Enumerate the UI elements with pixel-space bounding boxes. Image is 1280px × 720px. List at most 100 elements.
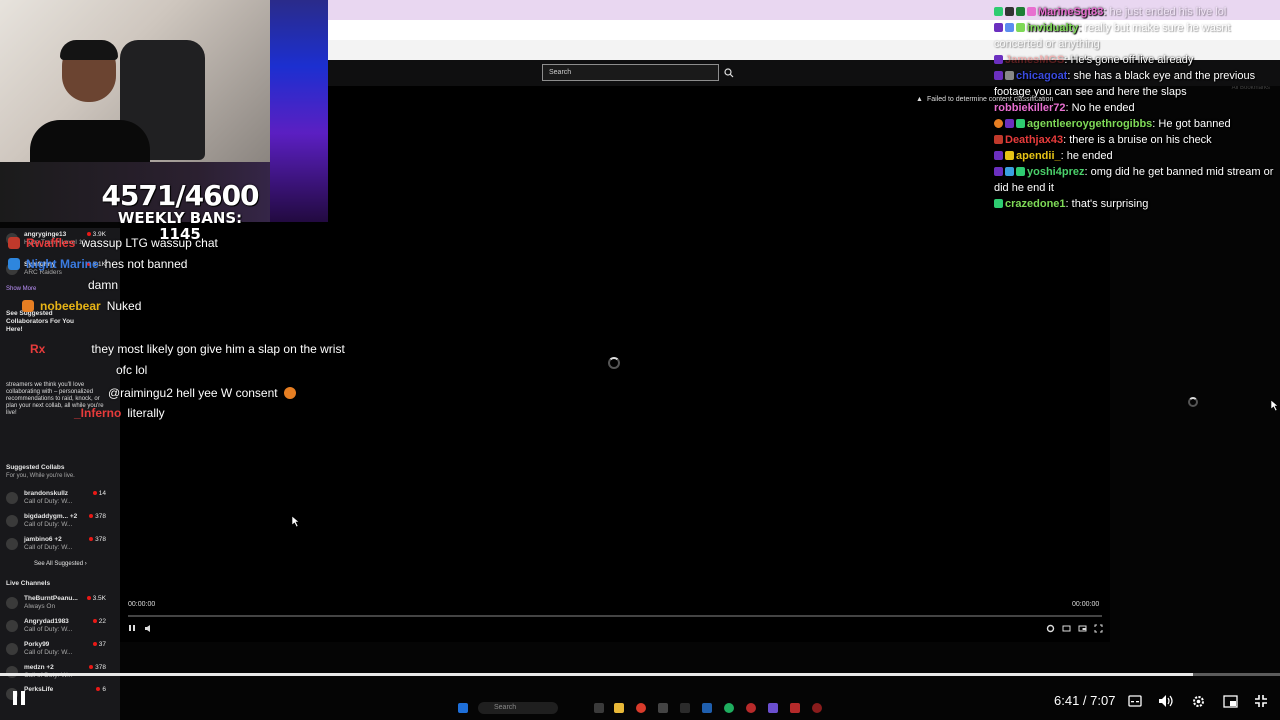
channel-name: bigdaddygm... +2	[24, 513, 78, 520]
chat-username[interactable]: apendii_	[1016, 150, 1061, 162]
folder-icon[interactable]	[614, 703, 624, 713]
volume-button[interactable]	[1157, 692, 1175, 710]
captions-button[interactable]	[1126, 692, 1144, 710]
see-all-suggested-link[interactable]: See All Suggested ›	[34, 561, 87, 567]
channel-name: brandonskullz	[24, 490, 69, 497]
fullscreen-button[interactable]	[1092, 622, 1104, 634]
suggested-channel[interactable]: jambino6 +2 Call of Duty: W... 378	[6, 535, 116, 557]
player-seek-bar[interactable]	[128, 615, 1102, 617]
taskbar-app-icon[interactable]	[746, 703, 756, 713]
badge-icon	[994, 55, 1003, 64]
chat-username[interactable]: Night Marine	[26, 257, 99, 271]
chat-username[interactable]: Rx	[30, 342, 45, 356]
taskbar-app-icon[interactable]	[702, 703, 712, 713]
avatar	[6, 620, 18, 632]
chat-username[interactable]: Rwaffles	[26, 236, 75, 250]
badge-icon	[994, 151, 1003, 160]
taskbar-search[interactable]: Search	[478, 702, 558, 714]
screen: All Bookmarks Search ▲ Failed to determi…	[0, 0, 1280, 720]
taskbar-app-icon[interactable]	[790, 703, 800, 713]
badge-icon	[994, 199, 1003, 208]
badge-icon	[1005, 7, 1014, 16]
spotify-icon[interactable]	[724, 703, 734, 713]
viewer-count: 378	[89, 536, 106, 543]
gear-icon	[1192, 695, 1204, 707]
live-channel[interactable]: Porky99 Call of Duty: W... 37	[6, 640, 116, 662]
taskbar-app-icon[interactable]	[594, 703, 604, 713]
volume-icon	[144, 624, 150, 632]
chrome-icon[interactable]	[636, 703, 646, 713]
chat-message: MarineSgt83: he just ended his live lol	[994, 4, 1276, 20]
pip-button[interactable]	[1076, 622, 1088, 634]
chat-message: invidualty: really but make sure he wasn…	[994, 22, 1231, 50]
chat-username[interactable]: crazedone1	[1005, 198, 1066, 210]
search-button[interactable]	[721, 64, 737, 81]
live-channel[interactable]: TheBurntPeanu... Always On 3.5K	[6, 594, 116, 616]
chat-text: that's surprising	[1071, 198, 1149, 210]
channel-game: Call of Duty: W...	[24, 521, 73, 528]
streamer-hair	[60, 40, 118, 60]
channel-name: TheBurntPeanu...	[24, 595, 78, 602]
webcam-feed	[0, 0, 270, 162]
chat-badge-icon	[22, 300, 34, 312]
chat-message: yoshi4prez: omg did he get banned mid st…	[994, 166, 1274, 194]
ban-counter: 4571/4600 WEEKLY BANS: 1145	[100, 182, 260, 243]
pause-icon	[13, 691, 25, 705]
badge-icon	[1027, 7, 1036, 16]
chat-username[interactable]: _Inferno	[74, 406, 121, 420]
chat-text: he ended	[1066, 150, 1113, 162]
chat-text: No he ended	[1071, 102, 1135, 114]
chat-text: @raimingu2 hell yee W consent	[108, 386, 278, 400]
discord-icon[interactable]	[768, 703, 778, 713]
badge-icon	[994, 23, 1003, 32]
badge-icon	[1005, 167, 1014, 176]
volume-icon	[1159, 695, 1173, 707]
chat-username[interactable]: robbiekiller72	[994, 102, 1066, 114]
loading-spinner-icon	[1188, 397, 1198, 407]
miniplayer-button[interactable]	[1221, 692, 1239, 710]
chat-message: ofc lol	[116, 363, 147, 377]
suggested-channel[interactable]: brandonskullz Call of Duty: W... 14	[6, 489, 116, 511]
chat-username[interactable]: chicagoat	[1016, 70, 1067, 82]
chat-username[interactable]: Deathjax43	[1005, 134, 1063, 146]
badge-icon	[994, 135, 1003, 144]
chat-message: crazedone1: that's surprising	[994, 196, 1276, 212]
player-current-time: 00:00:00	[128, 601, 156, 608]
live-channel[interactable]: Angrydad1983 Call of Duty: W... 22	[6, 617, 116, 639]
chat-username[interactable]: invidualty	[1027, 22, 1078, 34]
volume-button[interactable]	[142, 622, 154, 634]
theater-button[interactable]	[1060, 622, 1072, 634]
taskbar-app-icon[interactable]	[658, 703, 668, 713]
emote-icon	[283, 387, 296, 399]
live-channels-header: Live Channels	[6, 580, 51, 587]
exit-fullscreen-button[interactable]	[1252, 692, 1270, 710]
taskbar-app-icon[interactable]	[812, 703, 822, 713]
show-more-link[interactable]: Show More	[6, 286, 36, 292]
taskbar-app-icon[interactable]	[680, 703, 690, 713]
settings-button[interactable]	[1189, 692, 1207, 710]
youtube-pause-button[interactable]	[12, 690, 26, 706]
avatar	[6, 492, 18, 504]
pause-icon	[129, 625, 135, 631]
badge-icon	[1016, 7, 1025, 16]
chat-message: JamesMGS: He's gone off live already	[994, 52, 1276, 68]
chat-username[interactable]: nobeebear	[40, 299, 101, 313]
chat-username[interactable]: JamesMGS	[1005, 54, 1064, 66]
suggest-collaborators-title: See Suggested Collaborators For You Here…	[6, 310, 75, 333]
suggested-collabs-header: Suggested Collabs	[6, 464, 65, 471]
avatar	[6, 538, 18, 550]
suggested-channel[interactable]: bigdaddygm... +2 Call of Duty: W... 378	[6, 512, 116, 534]
chat-text: Nuked	[106, 299, 142, 313]
chat-username[interactable]: MarineSgt83	[1038, 6, 1103, 18]
badge-icon	[1016, 119, 1025, 128]
player-settings-button[interactable]	[1044, 622, 1056, 634]
chat-message: @raimingu2 hell yee W consent	[108, 386, 296, 400]
pause-button[interactable]	[126, 622, 138, 634]
search-input[interactable]: Search	[542, 64, 719, 81]
viewer-count: 37	[92, 641, 106, 648]
windows-start-icon[interactable]	[458, 703, 468, 713]
chat-message: Rwaffles wassup LTG wassup chat	[8, 236, 218, 250]
chat-username[interactable]: agentleeroygethrogibbs	[1027, 118, 1152, 130]
chat-username[interactable]: yoshi4prez	[1027, 166, 1084, 178]
badge-icon	[1016, 167, 1025, 176]
